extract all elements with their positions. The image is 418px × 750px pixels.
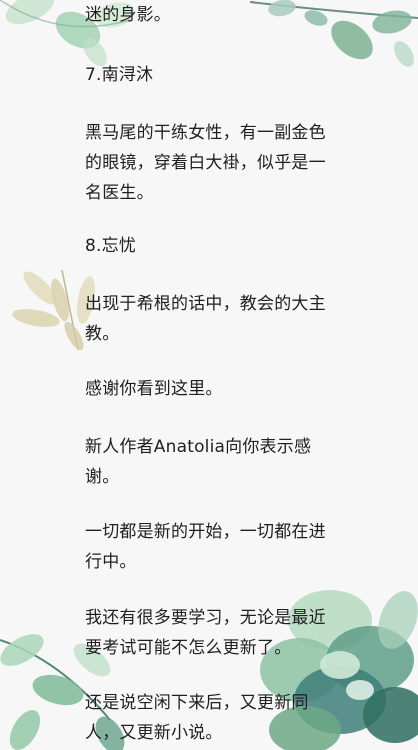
text-line: 一切都是新的开始，一切都在进	[85, 522, 326, 542]
paragraph: 出现于希根的话中，教会的大主 教。	[85, 289, 335, 349]
paragraph: 新人作者Anatolia向你表示感 谢。	[85, 432, 335, 492]
reader-page: 迷的身影。 7.南浔沐 黑马尾的干练女性，有一副金色 的眼镜，穿着白大褂，似乎是…	[0, 0, 418, 750]
text-line: 7.南浔沐	[85, 65, 154, 85]
text-line: 教。	[85, 324, 120, 344]
paragraph: 感谢你看到这里。	[85, 374, 335, 404]
text-line: 迷的身影。	[85, 5, 171, 25]
text-line: 人，又更新小说。	[85, 723, 223, 743]
text-line: 8.忘忧	[85, 236, 137, 256]
text-line: 出现于希根的话中，教会的大主	[85, 294, 326, 314]
text-line: 要考试可能不怎么更新了。	[85, 638, 292, 658]
paragraph: 还是说空闲下来后，又更新同 人，又更新小说。	[85, 688, 335, 748]
heading-7: 7.南浔沐	[85, 60, 335, 90]
text-line: 我还有很多要学习，无论是最近	[85, 608, 326, 628]
text-line: 的眼镜，穿着白大褂，似乎是一	[85, 153, 326, 173]
text-line: 还是说空闲下来后，又更新同	[85, 693, 309, 713]
paragraph: 黑马尾的干练女性，有一副金色 的眼镜，穿着白大褂，似乎是一 名医生。	[85, 118, 335, 208]
heading-8: 8.忘忧	[85, 231, 335, 261]
text-line: 黑马尾的干练女性，有一副金色	[85, 123, 326, 143]
text-line: 感谢你看到这里。	[85, 379, 223, 399]
paragraph: 迷的身影。	[85, 0, 335, 30]
text-line: 谢。	[85, 467, 120, 487]
text-line: 名医生。	[85, 183, 154, 203]
paragraph: 我还有很多要学习，无论是最近 要考试可能不怎么更新了。	[85, 603, 335, 663]
text-line: 新人作者Anatolia向你表示感	[85, 437, 312, 457]
text-line: 行中。	[85, 552, 137, 572]
paragraph: 一切都是新的开始，一切都在进 行中。	[85, 517, 335, 577]
